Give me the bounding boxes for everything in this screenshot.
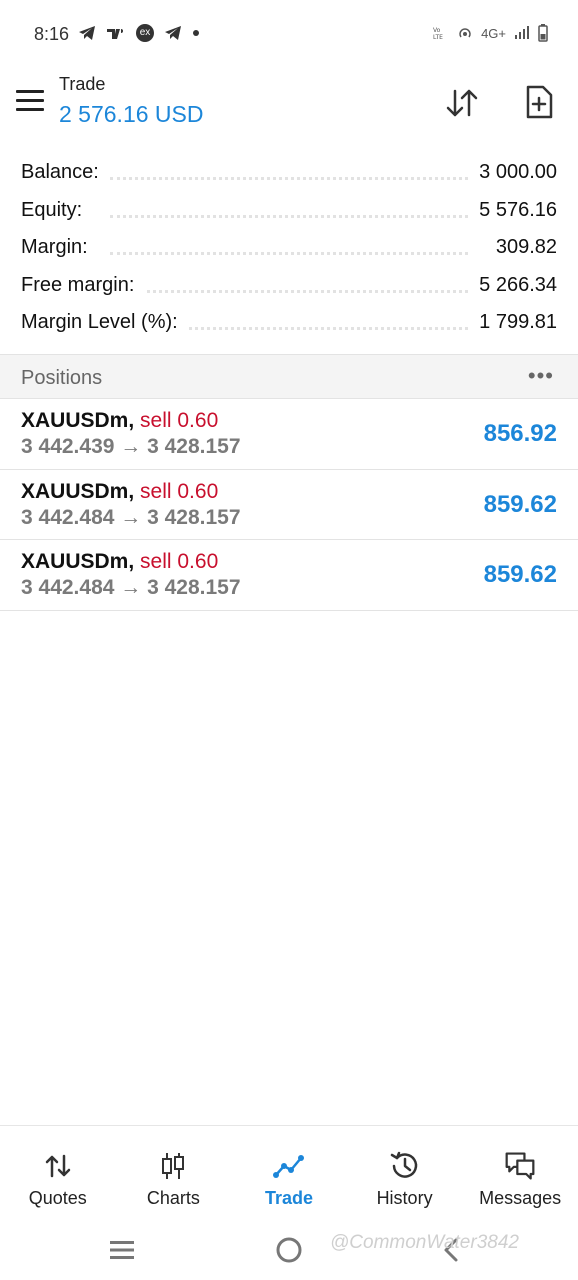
menu-icon[interactable] xyxy=(16,90,44,112)
tradingview-icon xyxy=(107,29,123,39)
exness-icon: ex xyxy=(136,24,154,42)
quotes-icon xyxy=(42,1150,74,1182)
positions-title: Positions xyxy=(21,367,103,389)
summary-label: Equity: xyxy=(21,198,93,222)
nav-charts[interactable]: Charts xyxy=(116,1126,232,1220)
summary-row-free-margin: Free margin: 5 266.34 xyxy=(0,266,578,304)
position-direction: sell 0.60 xyxy=(140,550,219,573)
nav-label: Quotes xyxy=(28,1188,87,1208)
position-symbol: XAUUSDm, xyxy=(21,479,135,503)
position-direction: sell 0.60 xyxy=(140,479,219,503)
position-prices: 3 442.439 → 3 428.157 xyxy=(21,435,241,458)
summary-value: 5 266.34 xyxy=(469,273,557,297)
history-icon xyxy=(389,1150,421,1182)
position-profit: 859.62 xyxy=(483,561,557,588)
notification-icons: ex xyxy=(78,24,200,42)
sort-button[interactable] xyxy=(442,82,482,122)
position-row[interactable]: XAUUSDm, sell 0.60 3 442.439 → 3 428.157… xyxy=(0,399,578,470)
summary-value: 309.82 xyxy=(485,236,557,259)
summary-row-margin: Margin: 309.82 xyxy=(0,228,578,266)
nav-label: Trade xyxy=(264,1188,313,1208)
messages-icon xyxy=(504,1150,536,1182)
system-status-icons: Vo LTE 4G+ xyxy=(433,24,548,42)
position-row[interactable]: XAUUSDm, sell 0.60 3 442.484 → 3 428.157… xyxy=(0,470,578,540)
svg-text:LTE: LTE xyxy=(433,34,443,40)
summary-value: 5 576.16 xyxy=(469,198,557,222)
more-options-icon[interactable]: ••• xyxy=(528,363,554,389)
volte-icon: VoLTE xyxy=(433,27,443,40)
nav-trade[interactable]: Trade xyxy=(231,1126,347,1220)
positions-section-header: Positions ••• xyxy=(0,354,578,399)
page-title: Trade xyxy=(59,74,106,94)
position-direction: sell 0.60 xyxy=(140,409,219,432)
status-bar: 8:16 ex Vo LTE 4G+ xyxy=(0,0,578,70)
status-time: 8:16 xyxy=(34,24,70,44)
telegram-icon xyxy=(165,26,181,40)
summary-label: Margin: xyxy=(21,236,98,259)
summary-row-margin-level: Margin Level (%): 1 799.81 xyxy=(0,303,578,341)
telegram-icon xyxy=(79,26,95,40)
new-document-icon xyxy=(526,85,553,119)
summary-row-balance: Balance: 3 000.00 xyxy=(0,153,578,191)
position-prices: 3 442.484 → 3 428.157 xyxy=(21,576,241,599)
account-summary: Balance: 3 000.00 Equity: 5 576.16 Margi… xyxy=(0,153,578,341)
position-row[interactable]: XAUUSDm, sell 0.60 3 442.484 → 3 428.157… xyxy=(0,540,578,611)
network-type: 4G+ xyxy=(481,25,506,41)
sort-icon xyxy=(446,89,478,117)
signal-icon xyxy=(515,26,529,39)
app-header: Trade 2 576.16 USD xyxy=(0,70,578,140)
summary-value: 1 799.81 xyxy=(469,311,557,334)
svg-text:Vo: Vo xyxy=(433,27,441,34)
position-profit: 856.92 xyxy=(483,420,557,447)
trade-icon xyxy=(272,1150,305,1182)
hotspot-icon xyxy=(459,28,471,38)
summary-label: Balance: xyxy=(21,161,109,184)
new-order-button[interactable] xyxy=(519,82,559,122)
position-symbol: XAUUSDm, xyxy=(21,550,135,573)
nav-label: Messages xyxy=(479,1188,562,1208)
watermark: @CommonWater3842 xyxy=(330,1232,519,1253)
home-icon[interactable] xyxy=(275,1236,303,1264)
bottom-navigation: Quotes Charts Trade History Messages xyxy=(0,1125,578,1220)
battery-icon xyxy=(538,24,548,42)
charts-icon xyxy=(157,1150,189,1182)
summary-row-equity: Equity: 5 576.16 xyxy=(0,191,578,229)
account-profit-total: 2 576.16 USD xyxy=(59,101,204,127)
nav-label: Charts xyxy=(146,1188,200,1208)
dot-icon xyxy=(193,30,199,36)
nav-history[interactable]: History xyxy=(347,1126,463,1220)
nav-label: History xyxy=(376,1188,433,1208)
positions-list: XAUUSDm, sell 0.60 3 442.439 → 3 428.157… xyxy=(0,399,578,611)
summary-value: 3 000.00 xyxy=(469,161,557,184)
position-profit: 859.62 xyxy=(483,490,557,518)
system-navigation-bar: @CommonWater3842 xyxy=(0,1222,578,1280)
nav-quotes[interactable]: Quotes xyxy=(0,1126,116,1220)
position-symbol: XAUUSDm, xyxy=(21,409,135,432)
recent-apps-icon[interactable] xyxy=(108,1239,136,1261)
summary-label: Free margin: xyxy=(21,273,145,297)
position-prices: 3 442.484 → 3 428.157 xyxy=(21,505,241,529)
nav-messages[interactable]: Messages xyxy=(462,1126,578,1220)
summary-label: Margin Level (%): xyxy=(21,311,188,334)
